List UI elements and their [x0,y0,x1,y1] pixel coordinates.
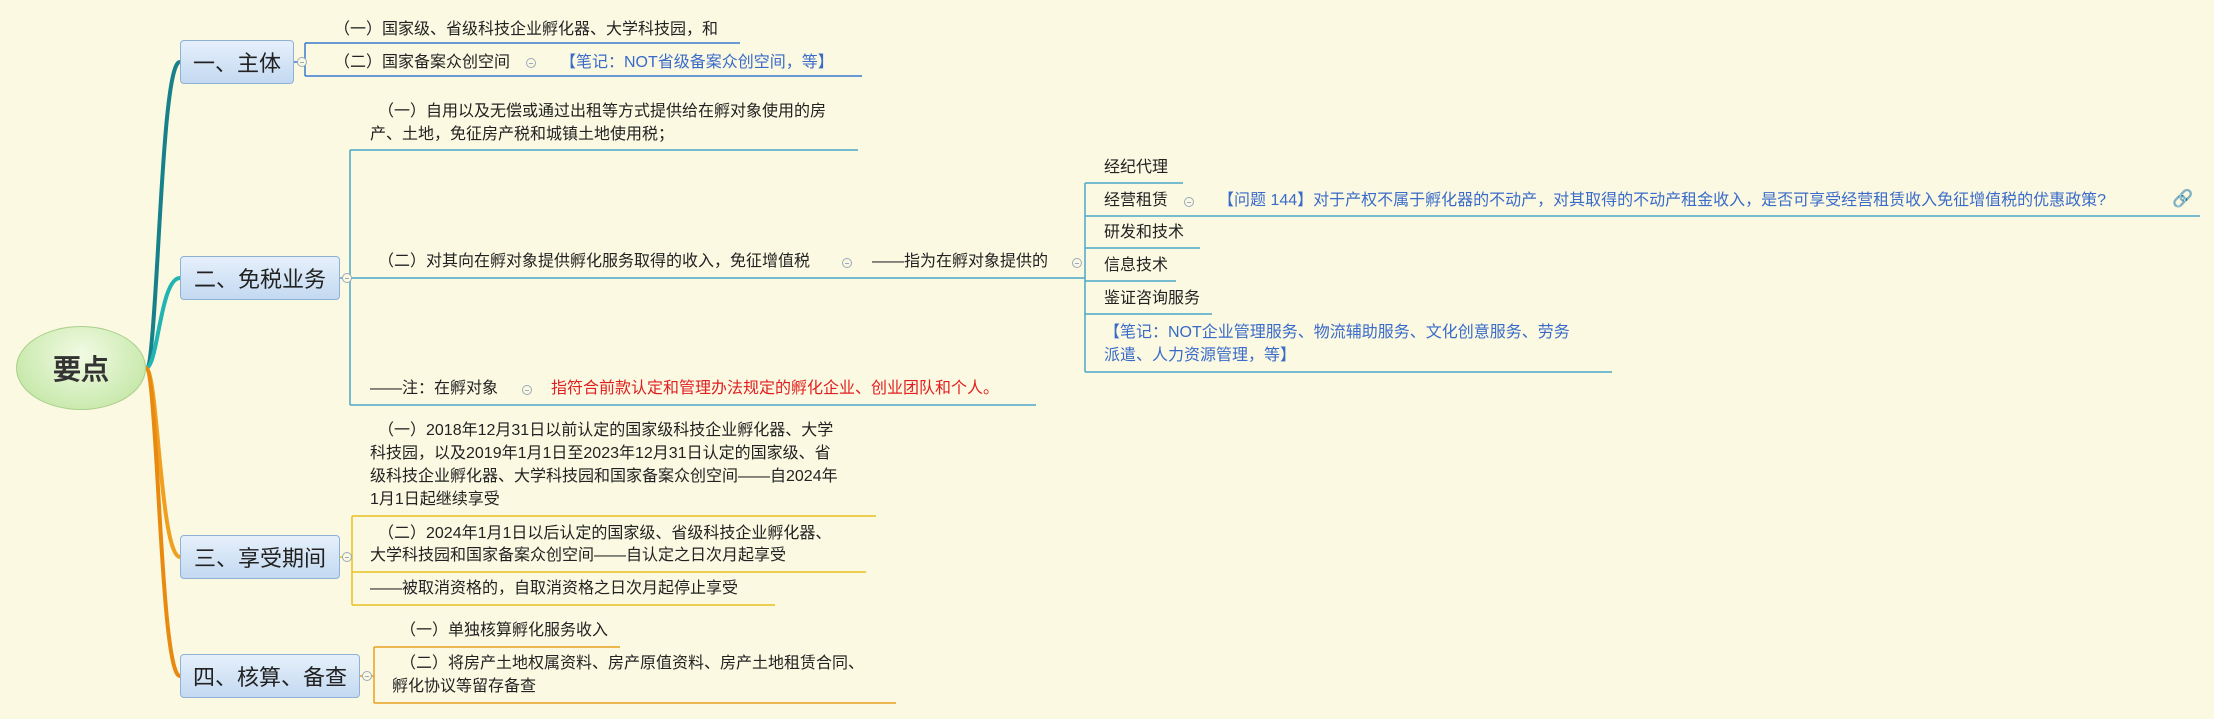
accounting-item-2-line-1: （二）将房产土地权属资料、房产原值资料、房产土地租赁合同、 [400,655,865,672]
collapse-icon[interactable] [342,273,352,283]
exempt-item-2-sub: ——指为在孵对象提供的 [872,253,1049,270]
topic-subject[interactable]: 一、主体 [180,40,294,84]
period-item-1-line-1: （一）2018年12月31日以前认定的国家级科技企业孵化器、大学 [378,422,834,439]
period-item-1-line-4: 1月1日起继续享受 [370,491,500,508]
topic-exempt-business[interactable]: 二、免税业务 [180,256,340,300]
exempt-item-2: （二）对其向在孵对象提供孵化服务取得的收入，免征增值税 [378,253,811,270]
service-brokerage: 经纪代理 [1104,159,1169,176]
period-item-2-line-1: （二）2024年1月1日以后认定的国家级、省级科技企业孵化器、 [378,525,832,542]
collapse-icon[interactable] [526,58,536,68]
question-144: 【问题 144】对于产权不属于孵化器的不动产，对其取得的不动产租金收入，是否可享… [1218,192,2107,209]
collapse-icon[interactable] [342,552,352,562]
collapse-icon[interactable] [842,258,852,268]
collapse-icon[interactable] [1184,197,1194,207]
exempt-item-3-definition: 指符合前款认定和管理办法规定的孵化企业、创业团队和个人。 [551,380,1000,397]
accounting-item-2-line-2: 孵化协议等留存备查 [392,678,537,695]
exempt-item-1-line-1: （一）自用以及无偿或通过出租等方式提供给在孵对象使用的房 [378,103,827,120]
collapse-icon[interactable] [362,671,372,681]
exempt-item-1-line-2: 产、土地，免征房产税和城镇土地使用税； [370,126,675,143]
accounting-item-1: （一）单独核算孵化服务收入 [400,622,609,639]
exempt-item-3: ——注：在孵对象 [370,380,499,397]
services-note-line-1: 【笔记：NOT企业管理服务、物流辅助服务、文化创意服务、劳务 [1104,324,1570,341]
link-icon[interactable]: 🔗 [2172,189,2193,209]
collapse-icon[interactable] [1072,258,1082,268]
services-note-line-2: 派遣、人力资源管理，等】 [1104,347,1297,364]
collapse-icon[interactable] [297,57,307,67]
service-operating-lease: 经营租赁 [1104,192,1169,209]
period-item-1-line-2: 科技园，以及2019年1月1日至2023年12月31日认定的国家级、省 [370,445,831,462]
subject-item-1: （一）国家级、省级科技企业孵化器、大学科技园，和 [334,21,719,38]
subject-item-2: （二）国家备案众创空间 [334,54,511,71]
collapse-icon[interactable] [522,385,532,395]
topic-enjoyment-period[interactable]: 三、享受期间 [180,535,340,579]
subject-note: 【笔记：NOT省级备案众创空间，等】 [560,54,834,71]
topic-accounting-filing[interactable]: 四、核算、备查 [180,654,360,698]
service-rd-tech: 研发和技术 [1104,224,1185,241]
period-item-2-line-2: 大学科技园和国家备案众创空间——自认定之日次月起享受 [370,547,787,564]
period-item-1-line-3: 级科技企业孵化器、大学科技园和国家备案众创空间——自2024年 [370,468,838,485]
period-item-3: ——被取消资格的，自取消资格之日次月起停止享受 [370,580,739,597]
root-topic[interactable]: 要点 [16,326,146,410]
service-consulting: 鉴证咨询服务 [1104,290,1201,307]
service-info-tech: 信息技术 [1104,257,1169,274]
